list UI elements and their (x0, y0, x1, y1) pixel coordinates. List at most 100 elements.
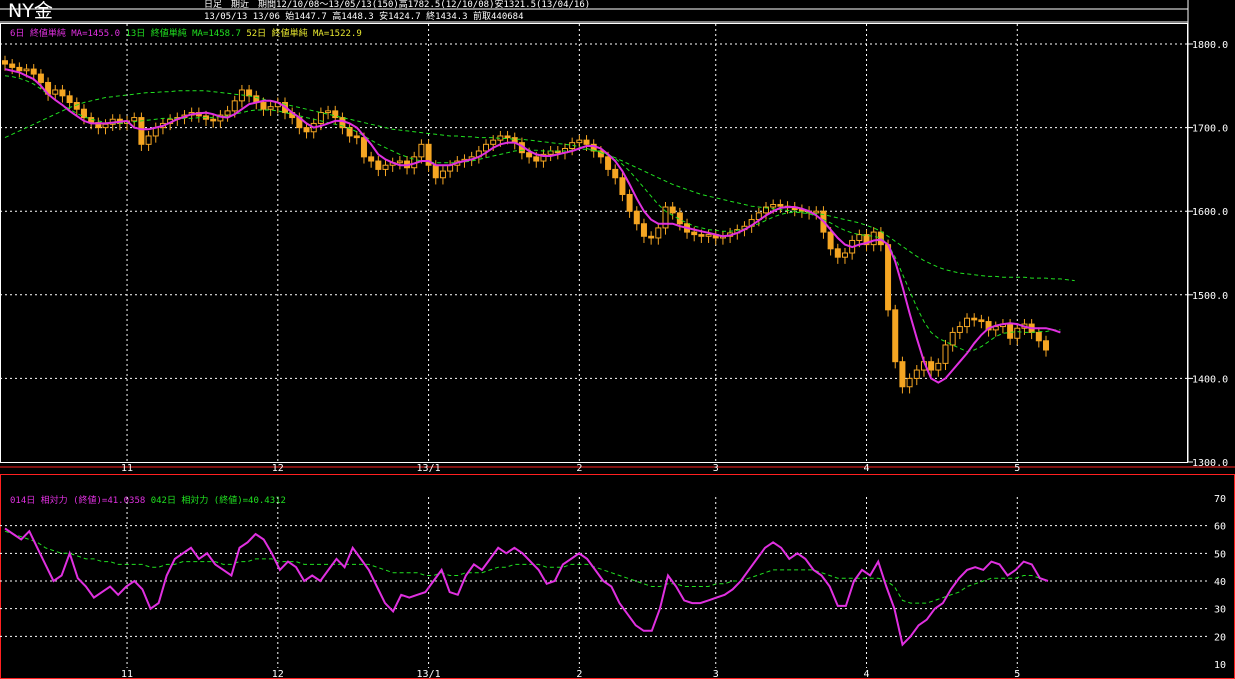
candle-body (210, 118, 217, 122)
candle-body (870, 231, 877, 246)
candle-body (504, 135, 511, 139)
price-x-tick-label: 4 (864, 463, 870, 474)
candle-body (23, 68, 30, 72)
rsi-x-tick-label: 12 (272, 669, 284, 679)
rsi-x-tick-label: 5 (1014, 669, 1020, 679)
candle-body (813, 210, 820, 214)
candle-body (396, 160, 403, 164)
rsi-tick-label: 60 (1214, 522, 1226, 533)
candle-body (145, 135, 152, 145)
candle-body (526, 152, 533, 158)
rsi-x-tick-label: 13/1 (417, 669, 441, 679)
candle-body (260, 102, 267, 110)
price-x-tick-label: 3 (713, 463, 719, 474)
candle-body (2, 60, 8, 65)
price-tick-label: 1700.0 (1192, 124, 1228, 135)
candle-body (576, 139, 583, 144)
ma6-line (4, 68, 1061, 384)
candle-body (325, 110, 332, 114)
candle-body (30, 68, 37, 75)
candle-body (432, 164, 439, 179)
candle-body (935, 362, 942, 371)
candle-body (913, 369, 920, 379)
candle-body (37, 73, 44, 83)
candle-body (368, 156, 375, 162)
candle-body (942, 344, 949, 364)
candle-body (375, 160, 382, 170)
candle-body (619, 177, 626, 195)
candle-body (439, 170, 446, 179)
candle-body (131, 117, 138, 122)
candle-body (303, 127, 310, 133)
candle-body (691, 231, 698, 236)
candle-body (52, 89, 59, 95)
candle-body (138, 117, 145, 145)
candle-body (971, 317, 978, 321)
candle-body (483, 143, 490, 152)
candle-body (956, 326, 963, 333)
candle-body (877, 231, 884, 246)
price-x-tick-label: 2 (576, 463, 582, 474)
rsi-x-tick-label: 11 (121, 669, 133, 679)
candle-body (698, 234, 705, 237)
candle-body (827, 231, 834, 250)
candle-body (906, 377, 913, 388)
candle-body (1035, 331, 1042, 342)
candle-body (705, 234, 712, 237)
candle-body (360, 137, 367, 158)
candle-body (16, 66, 23, 72)
candle-body (547, 150, 554, 155)
candle-body (648, 235, 655, 239)
rsi-tick-label: 40 (1214, 577, 1226, 588)
candle-body (73, 102, 80, 110)
candle-body (382, 164, 389, 170)
candle-body (353, 135, 360, 139)
candle-body (9, 63, 16, 68)
candle-body (583, 139, 590, 145)
candle-body (949, 331, 956, 346)
candle-body (1014, 327, 1021, 339)
rsi-tick-label: 20 (1214, 632, 1226, 643)
candle-body (66, 95, 73, 104)
candle-body (856, 234, 863, 241)
candle-body (231, 100, 238, 112)
candle-body (669, 206, 676, 214)
candle-body (418, 143, 425, 158)
candle-body (834, 248, 841, 258)
rsi-x-tick-label: 3 (713, 669, 719, 679)
price-tick-label: 1800.0 (1192, 40, 1228, 51)
candle-body (80, 108, 87, 119)
candle-body (777, 204, 784, 207)
ma13-line (4, 75, 1061, 353)
chart-canvas: 1300.0 1400.0 1500.0 1600.0 1700.0 1800.0 11 11… (0, 0, 1235, 679)
candle-body (605, 156, 612, 170)
price-tick-label: 1400.0 (1192, 374, 1228, 385)
price-x-tick-label: 13/1 (417, 463, 441, 474)
candle-body (267, 106, 274, 110)
candle-body (770, 204, 777, 208)
price-tick-label: 1500.0 (1192, 291, 1228, 302)
candle-body (885, 244, 892, 311)
candle-body (626, 193, 633, 212)
candle-body (612, 168, 619, 179)
rsi-panel-frame (0, 474, 1235, 679)
rsi14-line (4, 527, 1049, 647)
rsi-tick-label: 30 (1214, 605, 1226, 616)
candle-body (633, 210, 640, 225)
rsi-x-tick-label: 4 (864, 669, 870, 679)
price-x-tick-label: 5 (1014, 463, 1020, 474)
candle-body (533, 156, 540, 162)
price-x-tick-label: 11 (121, 463, 133, 474)
price-tick-label: 1300.0 (1192, 458, 1228, 469)
ma52-line (4, 90, 1075, 282)
candle-body (224, 110, 231, 116)
candle-body (841, 252, 848, 258)
price-tick-label: 1600.0 (1192, 207, 1228, 218)
candle-body (59, 89, 66, 97)
candle-body (978, 319, 985, 323)
price-panel-frame (0, 23, 1188, 463)
candle-body (1007, 323, 1014, 339)
candle-body (640, 223, 647, 237)
candle-body (1043, 340, 1049, 351)
candles-group (2, 55, 1049, 394)
